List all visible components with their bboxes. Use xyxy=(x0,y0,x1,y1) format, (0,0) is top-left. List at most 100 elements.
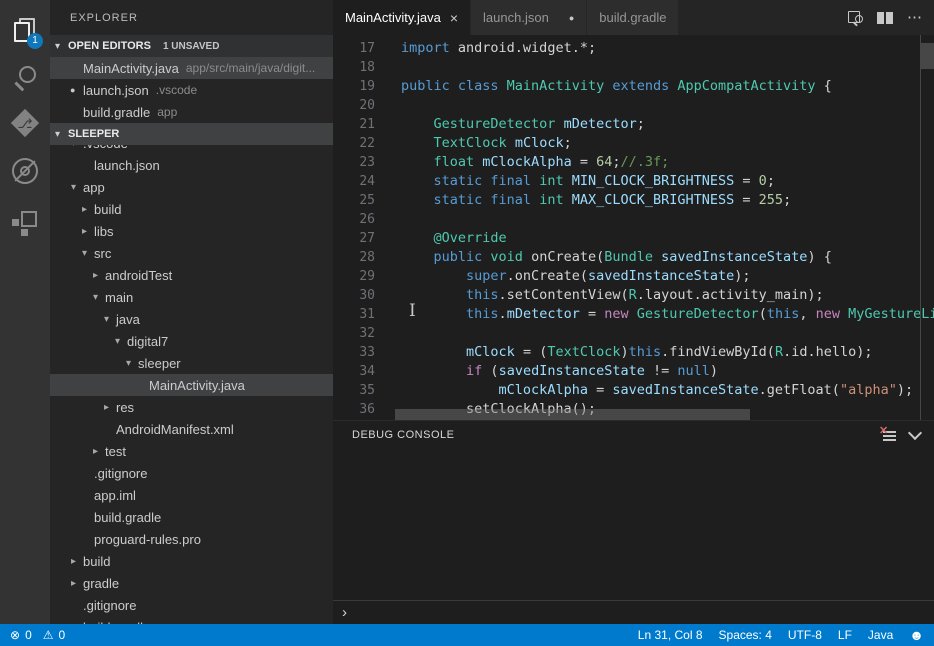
mouse-ibeam-cursor: I xyxy=(409,301,416,321)
status-utf-8[interactable]: UTF-8 xyxy=(788,628,822,642)
feedback-smiley-icon[interactable]: ☻ xyxy=(909,627,924,643)
tree-item-proguard-rules-pro[interactable]: proguard-rules.pro xyxy=(50,528,333,550)
code-line-19[interactable]: 19public class MainActivity extends AppC… xyxy=(333,77,934,96)
code-line-21[interactable]: 21 GestureDetector mDetector; xyxy=(333,115,934,134)
tree-item-build[interactable]: ▸build xyxy=(50,198,333,220)
code-text: this.setContentView(R.layout.activity_ma… xyxy=(375,286,824,305)
code-line-34[interactable]: 34 if (savedInstanceState != null) xyxy=(333,362,934,381)
tree-item-gitignore[interactable]: .gitignore xyxy=(50,594,333,616)
tree-label: main xyxy=(105,290,133,305)
tree-item-app[interactable]: ▾app xyxy=(50,176,333,198)
open-editors-header[interactable]: ▾ OPEN EDITORS 1 UNSAVED xyxy=(50,35,333,57)
open-editors-label: OPEN EDITORS xyxy=(68,40,151,52)
tree-item-build-gradle[interactable]: build.gradle xyxy=(50,506,333,528)
tree-label: build xyxy=(94,202,121,217)
code-line-17[interactable]: 17import android.widget.*; xyxy=(333,39,934,58)
open-editor-build-gradle[interactable]: build.gradleapp xyxy=(50,101,333,123)
collapse-panel-icon[interactable] xyxy=(908,426,922,440)
code-line-25[interactable]: 25 static final int MAX_CLOCK_BRIGHTNESS… xyxy=(333,191,934,210)
code-line-28[interactable]: 28 public void onCreate(Bundle savedInst… xyxy=(333,248,934,267)
code-line-18[interactable]: 18 xyxy=(333,58,934,77)
tree-item-vscode[interactable]: ▾.vscode xyxy=(50,145,333,154)
tree-label: libs xyxy=(94,224,114,239)
code-line-32[interactable]: 32 xyxy=(333,324,934,343)
tree-item-libs[interactable]: ▸libs xyxy=(50,220,333,242)
vertical-scrollbar[interactable] xyxy=(921,43,934,69)
code-line-35[interactable]: 35 mClockAlpha = savedInstanceState.getF… xyxy=(333,381,934,400)
git-diamond-icon: ⎇ xyxy=(12,110,38,136)
code-line-33[interactable]: 33 mClock = (TextClock)this.findViewById… xyxy=(333,343,934,362)
sidebar-title: EXPLORER xyxy=(50,0,333,35)
line-number: 31 xyxy=(333,305,375,324)
open-preview-icon[interactable] xyxy=(847,10,864,26)
split-editor-icon[interactable] xyxy=(877,10,894,26)
twisty-closed-icon: ▸ xyxy=(82,204,94,215)
code-text: public void onCreate(Bundle savedInstanc… xyxy=(375,248,832,267)
code-line-26[interactable]: 26 xyxy=(333,210,934,229)
panel-header: DEBUG CONSOLE ✕ xyxy=(333,421,934,449)
tree-label: test xyxy=(105,444,126,459)
editor-group: MainActivity.java×launch.json●build.grad… xyxy=(333,0,934,624)
open-editor-mainactivity-java[interactable]: MainActivity.javaapp/src/main/java/digit… xyxy=(50,57,333,79)
close-icon[interactable]: × xyxy=(450,10,458,26)
tree-item-sleeper[interactable]: ▾sleeper xyxy=(50,352,333,374)
code-line-22[interactable]: 22 TextClock mClock; xyxy=(333,134,934,153)
tree-item-digital7[interactable]: ▾digital7 xyxy=(50,330,333,352)
line-number: 21 xyxy=(333,115,375,134)
panel-title[interactable]: DEBUG CONSOLE xyxy=(352,429,454,441)
code-line-29[interactable]: 29 super.onCreate(savedInstanceState); xyxy=(333,267,934,286)
status-lf[interactable]: LF xyxy=(838,628,852,642)
tree-item-androidmanifest-xml[interactable]: AndroidManifest.xml xyxy=(50,418,333,440)
tree-item-app-iml[interactable]: app.iml xyxy=(50,484,333,506)
line-number: 24 xyxy=(333,172,375,191)
tree-item-test[interactable]: ▸test xyxy=(50,440,333,462)
twisty-open-icon: ▾ xyxy=(71,182,83,193)
tree-item-java[interactable]: ▾java xyxy=(50,308,333,330)
tree-item-build[interactable]: ▸build xyxy=(50,550,333,572)
code-line-30[interactable]: 30 this.setContentView(R.layout.activity… xyxy=(333,286,934,305)
line-number: 27 xyxy=(333,229,375,248)
code-line-31[interactable]: 31 this.mDetector = new GestureDetector(… xyxy=(333,305,934,324)
tree-item-mainactivity-java[interactable]: MainActivity.java xyxy=(50,374,333,396)
debug-console-input[interactable]: › xyxy=(333,600,934,624)
code-text: if (savedInstanceState != null) xyxy=(375,362,718,381)
tab-mainactivity-java[interactable]: MainActivity.java× xyxy=(333,0,471,35)
code-line-20[interactable]: 20 xyxy=(333,96,934,115)
explorer-sidebar: EXPLORER ▾ OPEN EDITORS 1 UNSAVED MainAc… xyxy=(50,0,333,624)
tab-launch-json[interactable]: launch.json● xyxy=(471,0,587,35)
code-line-27[interactable]: 27 @Override xyxy=(333,229,934,248)
search-icon[interactable] xyxy=(0,57,50,99)
folder-section-header[interactable]: ▾ SLEEPER xyxy=(50,123,333,145)
file-tree: ▾.vscodelaunch.json▾app▸build▸libs▾src▸a… xyxy=(50,145,333,624)
debug-icon[interactable] xyxy=(0,150,50,192)
tree-item-launch-json[interactable]: launch.json xyxy=(50,154,333,176)
line-number: 30 xyxy=(333,286,375,305)
clear-console-icon[interactable]: ✕ xyxy=(880,428,896,442)
status-java[interactable]: Java xyxy=(868,628,893,642)
code-text: import android.widget.*; xyxy=(375,39,596,58)
tree-item-build-gradle[interactable]: build.gradle xyxy=(50,616,333,624)
more-actions-icon[interactable]: ⋯ xyxy=(907,10,922,26)
problems-status[interactable]: ⊗ 0 ⚠ 0 xyxy=(0,628,65,642)
code-editor[interactable]: 17import android.widget.*;1819public cla… xyxy=(333,35,934,420)
status-spaces-4[interactable]: Spaces: 4 xyxy=(719,628,772,642)
tab-label: launch.json xyxy=(483,10,549,25)
tree-item-gitignore[interactable]: .gitignore xyxy=(50,462,333,484)
status-ln-31-col-8[interactable]: Ln 31, Col 8 xyxy=(638,628,703,642)
explorer-icon[interactable]: 1 xyxy=(0,10,50,52)
code-line-23[interactable]: 23 float mClockAlpha = 64;//.3f; xyxy=(333,153,934,172)
horizontal-scrollbar[interactable] xyxy=(395,409,750,420)
tab-build-gradle[interactable]: build.gradle xyxy=(587,0,679,35)
tree-item-main[interactable]: ▾main xyxy=(50,286,333,308)
tree-item-androidtest[interactable]: ▸androidTest xyxy=(50,264,333,286)
source-control-icon[interactable]: ⎇ xyxy=(0,102,50,144)
extensions-icon[interactable] xyxy=(0,202,50,244)
tree-item-res[interactable]: ▸res xyxy=(50,396,333,418)
open-editor-launch-json[interactable]: ●launch.json.vscode xyxy=(50,79,333,101)
file-label: launch.json xyxy=(83,83,149,98)
tree-label: gradle xyxy=(83,576,119,591)
line-number: 17 xyxy=(333,39,375,58)
code-line-24[interactable]: 24 static final int MIN_CLOCK_BRIGHTNESS… xyxy=(333,172,934,191)
tree-item-gradle[interactable]: ▸gradle xyxy=(50,572,333,594)
tree-item-src[interactable]: ▾src xyxy=(50,242,333,264)
